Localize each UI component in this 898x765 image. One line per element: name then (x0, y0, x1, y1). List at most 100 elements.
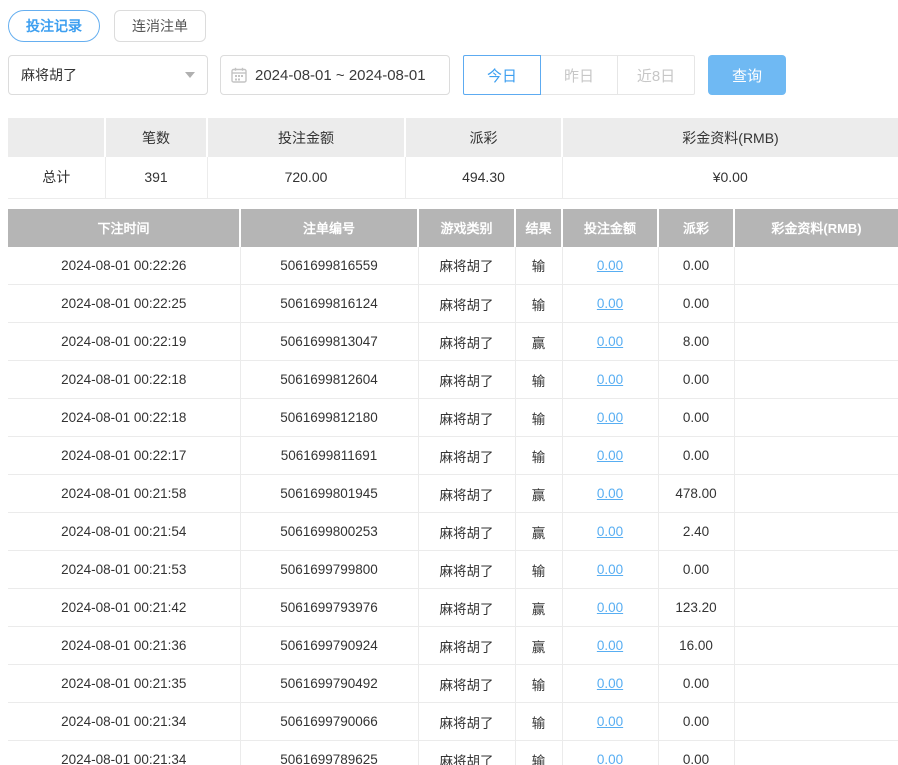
cell-bonus (734, 475, 898, 513)
col-bet-time: 下注时间 (8, 209, 240, 247)
cell-bet: 0.00 (562, 475, 658, 513)
tab-cancelled-orders[interactable]: 连消注单 (114, 10, 206, 42)
cell-order-no: 5061699800253 (240, 513, 418, 551)
table-row: 2024-08-01 00:21:545061699800253麻将胡了赢0.0… (8, 513, 898, 551)
table-row: 2024-08-01 00:21:365061699790924麻将胡了赢0.0… (8, 627, 898, 665)
cell-time: 2024-08-01 00:21:35 (8, 665, 240, 703)
cell-game: 麻将胡了 (418, 285, 515, 323)
cell-order-no: 5061699790492 (240, 665, 418, 703)
summary-col-bonus: 彩金资料(RMB) (562, 118, 898, 157)
cell-order-no: 5061699793976 (240, 589, 418, 627)
cell-bet: 0.00 (562, 551, 658, 589)
cell-bonus (734, 589, 898, 627)
cell-payout: 0.00 (658, 703, 734, 741)
summary-col-payout: 派彩 (405, 118, 562, 157)
cell-bonus (734, 399, 898, 437)
filters-row: 麻将胡了 2024-08-01 ~ 2024-08-01 (8, 55, 898, 95)
cell-bet: 0.00 (562, 627, 658, 665)
cell-game: 麻将胡了 (418, 703, 515, 741)
table-row: 2024-08-01 00:21:585061699801945麻将胡了赢0.0… (8, 475, 898, 513)
cell-order-no: 5061699799800 (240, 551, 418, 589)
cell-time: 2024-08-01 00:22:19 (8, 323, 240, 361)
bet-amount-link[interactable]: 0.00 (597, 486, 623, 501)
bet-amount-link[interactable]: 0.00 (597, 562, 623, 577)
bet-amount-link[interactable]: 0.00 (597, 524, 623, 539)
tab-betting-records[interactable]: 投注记录 (8, 10, 100, 42)
cell-bet: 0.00 (562, 285, 658, 323)
bet-amount-link[interactable]: 0.00 (597, 372, 623, 387)
range-yesterday-button[interactable]: 昨日 (540, 55, 618, 95)
col-result: 结果 (515, 209, 562, 247)
bet-amount-link[interactable]: 0.00 (597, 676, 623, 691)
cell-time: 2024-08-01 00:21:34 (8, 703, 240, 741)
cell-payout: 2.40 (658, 513, 734, 551)
cell-game: 麻将胡了 (418, 247, 515, 285)
cell-result: 输 (515, 703, 562, 741)
summary-col-count: 笔数 (105, 118, 207, 157)
tabs-row: 投注记录 连消注单 (8, 10, 898, 42)
cell-bonus (734, 247, 898, 285)
cell-payout: 478.00 (658, 475, 734, 513)
bet-amount-link[interactable]: 0.00 (597, 410, 623, 425)
bet-amount-link[interactable]: 0.00 (597, 752, 623, 765)
total-bet-amount: 720.00 (207, 157, 405, 198)
cell-bet: 0.00 (562, 703, 658, 741)
cell-order-no: 5061699816559 (240, 247, 418, 285)
cell-bonus (734, 323, 898, 361)
betting-records-page: 投注记录 连消注单 麻将胡了 2024- (0, 0, 898, 765)
cell-order-no: 5061699790066 (240, 703, 418, 741)
cell-game: 麻将胡了 (418, 513, 515, 551)
total-count: 391 (105, 157, 207, 198)
col-payout: 派彩 (658, 209, 734, 247)
table-header-row: 下注时间 注单编号 游戏类别 结果 投注金额 派彩 彩金资料(RMB) (8, 209, 898, 247)
cell-bet: 0.00 (562, 323, 658, 361)
cell-payout: 123.20 (658, 589, 734, 627)
bet-amount-link[interactable]: 0.00 (597, 296, 623, 311)
date-range-value: 2024-08-01 ~ 2024-08-01 (255, 67, 426, 84)
query-button[interactable]: 查询 (708, 55, 786, 95)
cell-order-no: 5061699813047 (240, 323, 418, 361)
summary-col-bet-amount: 投注金额 (207, 118, 405, 157)
bet-amount-link[interactable]: 0.00 (597, 600, 623, 615)
col-order-no: 注单编号 (240, 209, 418, 247)
table-row: 2024-08-01 00:22:185061699812180麻将胡了输0.0… (8, 399, 898, 437)
cell-payout: 0.00 (658, 399, 734, 437)
table-row: 2024-08-01 00:21:345061699789625麻将胡了输0.0… (8, 741, 898, 765)
bet-amount-link[interactable]: 0.00 (597, 714, 623, 729)
col-bet-amount: 投注金额 (562, 209, 658, 247)
cell-result: 赢 (515, 475, 562, 513)
cell-payout: 0.00 (658, 247, 734, 285)
total-payout: 494.30 (405, 157, 562, 198)
cell-result: 赢 (515, 323, 562, 361)
cell-result: 输 (515, 285, 562, 323)
cell-bonus (734, 665, 898, 703)
date-range-input[interactable]: 2024-08-01 ~ 2024-08-01 (220, 55, 450, 95)
cell-order-no: 5061699790924 (240, 627, 418, 665)
cell-bet: 0.00 (562, 665, 658, 703)
table-row: 2024-08-01 00:21:425061699793976麻将胡了赢0.0… (8, 589, 898, 627)
cell-result: 输 (515, 361, 562, 399)
cell-result: 输 (515, 665, 562, 703)
cell-result: 输 (515, 247, 562, 285)
cell-payout: 0.00 (658, 551, 734, 589)
cell-time: 2024-08-01 00:21:53 (8, 551, 240, 589)
cell-time: 2024-08-01 00:21:42 (8, 589, 240, 627)
cell-time: 2024-08-01 00:21:58 (8, 475, 240, 513)
summary-header-row: 笔数 投注金额 派彩 彩金资料(RMB) (8, 118, 898, 157)
summary-col-blank (8, 118, 105, 157)
bet-amount-link[interactable]: 0.00 (597, 334, 623, 349)
bet-amount-link[interactable]: 0.00 (597, 258, 623, 273)
bet-amount-link[interactable]: 0.00 (597, 448, 623, 463)
cell-result: 输 (515, 437, 562, 475)
bet-amount-link[interactable]: 0.00 (597, 638, 623, 653)
game-select[interactable]: 麻将胡了 (8, 55, 208, 95)
cell-game: 麻将胡了 (418, 589, 515, 627)
cell-order-no: 5061699801945 (240, 475, 418, 513)
cell-game: 麻将胡了 (418, 437, 515, 475)
cell-bonus (734, 361, 898, 399)
range-today-button[interactable]: 今日 (463, 55, 541, 95)
range-last8days-button[interactable]: 近8日 (617, 55, 695, 95)
table-row: 2024-08-01 00:22:195061699813047麻将胡了赢0.0… (8, 323, 898, 361)
col-game-type: 游戏类别 (418, 209, 515, 247)
col-bonus: 彩金资料(RMB) (734, 209, 898, 247)
